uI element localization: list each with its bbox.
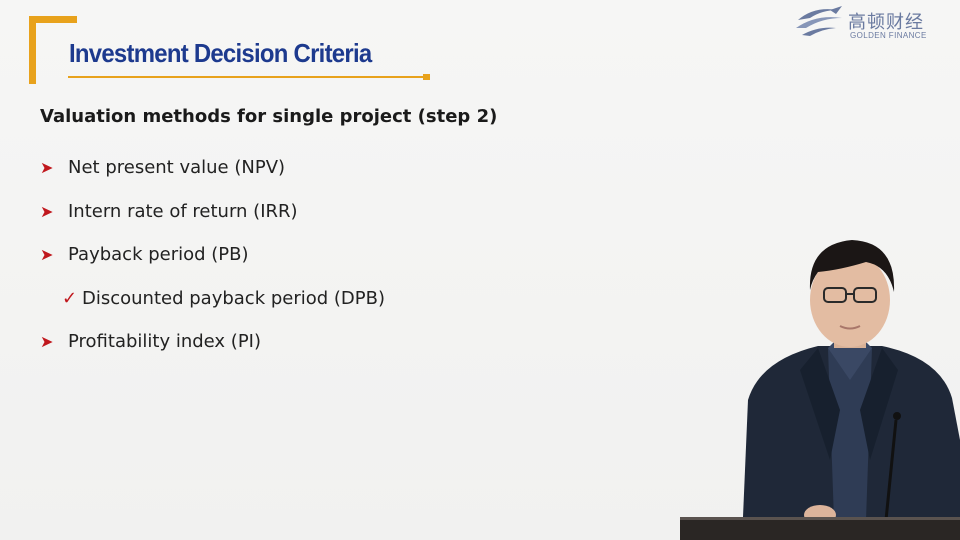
- arrow-bullet-icon: ➤: [40, 201, 54, 221]
- checkmark-icon: ✓: [62, 287, 78, 309]
- logo-swoosh-icon: [796, 6, 842, 36]
- slide-subtitle: Valuation methods for single project (st…: [40, 106, 498, 127]
- arrow-bullet-icon: ➤: [40, 245, 54, 265]
- lecture-slide: Investment Decision Criteria 高顿财经 GOLDEN…: [0, 0, 960, 540]
- list-item-label: Intern rate of return (IRR): [68, 200, 298, 222]
- list-item-pb: ➤ Payback period (PB): [40, 233, 385, 277]
- list-item-label: Discounted payback period (DPB): [82, 287, 386, 309]
- arrow-bullet-icon: ➤: [40, 158, 54, 178]
- slide-title: Investment Decision Criteria: [69, 38, 372, 68]
- list-item-label: Payback period (PB): [68, 244, 249, 266]
- list-item-pi: ➤ Profitability index (PI): [40, 320, 385, 364]
- list-item-irr: ➤ Intern rate of return (IRR): [40, 190, 385, 234]
- title-underline-end: [423, 74, 430, 80]
- title-bracket-vertical: [29, 16, 36, 84]
- title-underline: [68, 76, 426, 78]
- golden-finance-logo: 高顿财经 GOLDEN FINANCE: [792, 4, 952, 44]
- criteria-list: ➤ Net present value (NPV) ➤ Intern rate …: [40, 146, 385, 364]
- arrow-bullet-icon: ➤: [40, 332, 54, 352]
- presenter-figure: [742, 240, 960, 540]
- podium: [680, 517, 960, 540]
- list-item-dpb: ✓ Discounted payback period (DPB): [40, 277, 385, 321]
- logo-english-text: GOLDEN FINANCE: [850, 31, 927, 40]
- list-item-label: Net present value (NPV): [68, 157, 286, 179]
- list-item-npv: ➤ Net present value (NPV): [40, 146, 385, 190]
- list-item-label: Profitability index (PI): [68, 331, 262, 353]
- podium-edge: [680, 517, 960, 520]
- title-bracket-horizontal: [29, 16, 77, 23]
